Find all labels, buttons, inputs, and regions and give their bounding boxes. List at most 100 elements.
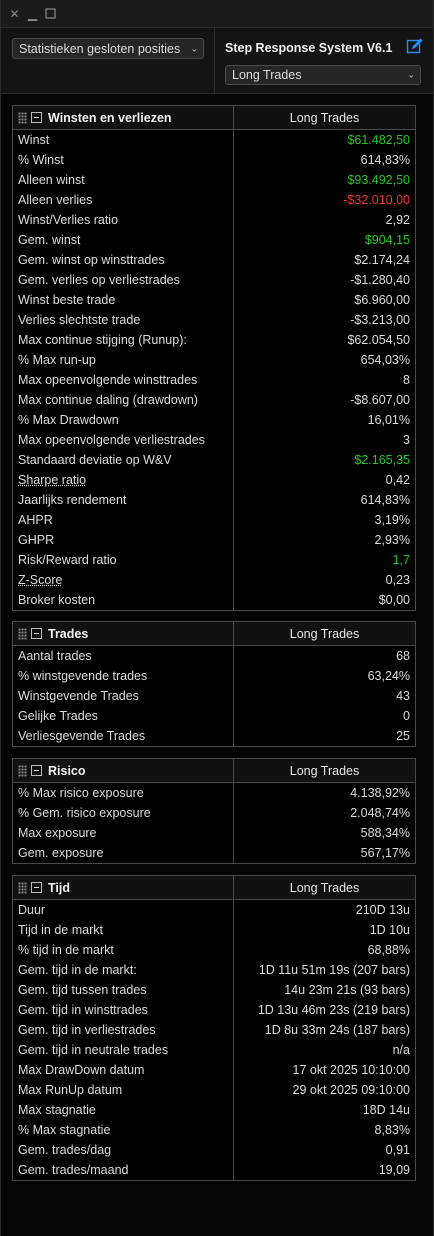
- column-header: Long Trades: [289, 880, 360, 895]
- stat-value: 1,7: [392, 553, 410, 567]
- minimize-icon[interactable]: ▁: [25, 6, 40, 21]
- stat-row: Winst beste trade $6.960,00: [13, 290, 415, 310]
- stat-label: Verlies slechtste trade: [13, 310, 234, 330]
- stat-row: Max continue daling (drawdown) -$8.607,00: [13, 390, 415, 410]
- stat-value: -$3.213,00: [350, 313, 410, 327]
- stat-label: Tijd in de markt: [13, 920, 234, 940]
- stat-row: Broker kosten $0,00: [13, 590, 415, 610]
- section-trades: Trades Long Trades Aantal trades 68 % winstg…: [12, 621, 416, 747]
- section-tijd: Tijd Long Trades Duur 210D 13u Tijd in de ma…: [12, 875, 416, 1181]
- stat-label: Max exposure: [13, 823, 234, 843]
- section-title: Trades: [48, 626, 89, 641]
- stat-label: Risk/Reward ratio: [13, 550, 234, 570]
- stat-row: % Max stagnatie 8,83%: [13, 1120, 415, 1140]
- drag-handle-icon[interactable]: [18, 764, 27, 777]
- maximize-icon[interactable]: [43, 6, 58, 21]
- trade-filter-dropdown[interactable]: Long Trades ⌄: [225, 65, 421, 85]
- stat-value: 567,17%: [360, 846, 410, 860]
- stat-label: % Max Drawdown: [13, 410, 234, 430]
- stat-label: Gem. tijd in winsttrades: [13, 1000, 234, 1020]
- stat-row: Max DrawDown datum 17 okt 2025 10:10:00: [13, 1060, 415, 1080]
- trade-filter-value: Long Trades: [232, 68, 302, 82]
- stat-value: 0,91: [385, 1143, 410, 1157]
- collapse-icon[interactable]: [31, 765, 42, 776]
- column-header: Long Trades: [289, 626, 360, 641]
- stat-value: $6.960,00: [354, 293, 410, 307]
- stat-label[interactable]: Z-Score: [13, 570, 234, 590]
- stat-value: 0,23: [385, 573, 410, 587]
- stat-row: Gem. tijd in de markt: 1D 11u 51m 19s (20…: [13, 960, 415, 980]
- stat-label: Max RunUp datum: [13, 1080, 234, 1100]
- drag-handle-icon[interactable]: [18, 627, 27, 640]
- stat-label: % winstgevende trades: [13, 666, 234, 686]
- stat-row: Alleen verlies -$32.010,00: [13, 190, 415, 210]
- stat-label: Winst beste trade: [13, 290, 234, 310]
- stat-row: AHPR 3,19%: [13, 510, 415, 530]
- stat-label: Max opeenvolgende verliestrades: [13, 430, 234, 450]
- stat-row: % Max risico exposure 4.138,92%: [13, 783, 415, 803]
- stat-value: $904,15: [364, 233, 410, 247]
- stat-value: $0,00: [378, 593, 410, 607]
- chevron-down-icon: ⌄: [190, 43, 198, 53]
- stat-row: Standaard deviatie op W&V $2.165,35: [13, 450, 415, 470]
- stat-value: $62.054,50: [347, 333, 410, 347]
- collapse-icon[interactable]: [31, 882, 42, 893]
- stat-value: 8,83%: [374, 1123, 410, 1137]
- stat-row: Max opeenvolgende verliestrades 3: [13, 430, 415, 450]
- stat-row: Gem. winst op winsttrades $2.174,24: [13, 250, 415, 270]
- stat-label: Verliesgevende Trades: [13, 726, 234, 746]
- stat-row: Gem. trades/dag 0,91: [13, 1140, 415, 1160]
- stat-row: Max RunUp datum 29 okt 2025 09:10:00: [13, 1080, 415, 1100]
- stat-value: $2.165,35: [354, 453, 410, 467]
- stat-value: -$1.280,40: [350, 273, 410, 287]
- stat-value: 0,42: [385, 473, 410, 487]
- stat-value: 1D 8u 33m 24s (187 bars): [264, 1023, 410, 1037]
- stat-label: GHPR: [13, 530, 234, 550]
- stat-value: -$8.607,00: [350, 393, 410, 407]
- stat-label: Gem. tijd in verliestrades: [13, 1020, 234, 1040]
- stat-row: Max continue stijging (Runup): $62.054,50: [13, 330, 415, 350]
- section-header: Risico Long Trades: [13, 759, 415, 783]
- title-bar: ✕ ▁: [1, 0, 433, 28]
- stat-row: Verlies slechtste trade -$3.213,00: [13, 310, 415, 330]
- stat-row: Gem. verlies op verliestrades -$1.280,40: [13, 270, 415, 290]
- stat-label: Max opeenvolgende winsttrades: [13, 370, 234, 390]
- collapse-icon[interactable]: [31, 628, 42, 639]
- stat-value: 2,92: [385, 213, 410, 227]
- stat-value: $93.492,50: [347, 173, 410, 187]
- stat-label: Gem. verlies op verliestrades: [13, 270, 234, 290]
- stat-row: % winstgevende trades 63,24%: [13, 666, 415, 686]
- stat-value: 614,83%: [360, 153, 410, 167]
- column-header: Long Trades: [289, 763, 360, 778]
- collapse-icon[interactable]: [31, 112, 42, 123]
- stat-value: 1D 11u 51m 19s (207 bars): [258, 963, 410, 977]
- stat-value: n/a: [392, 1043, 410, 1057]
- stat-row: Gem. trades/maand 19,09: [13, 1160, 415, 1180]
- section-header: Trades Long Trades: [13, 622, 415, 646]
- strategy-name: Step Response System V6.1: [225, 41, 393, 55]
- stat-value: 614,83%: [360, 493, 410, 507]
- section-title: Winsten en verliezen: [48, 110, 172, 125]
- stat-label: Gem. winst: [13, 230, 234, 250]
- stat-value: 210D 13u: [355, 903, 410, 917]
- stat-value: 17 okt 2025 10:10:00: [292, 1063, 410, 1077]
- section-header-left: Risico: [13, 759, 234, 782]
- stat-value: 2,93%: [374, 533, 410, 547]
- stat-value: 68,88%: [367, 943, 410, 957]
- edit-icon[interactable]: [406, 37, 424, 55]
- close-icon[interactable]: ✕: [7, 6, 22, 21]
- stat-label[interactable]: Sharpe ratio: [13, 470, 234, 490]
- stat-row: Gem. tijd tussen trades 14u 23m 21s (93 b…: [13, 980, 415, 1000]
- toolbar: Statistieken gesloten posities ⌄ Step Re…: [1, 28, 433, 94]
- stat-row: % Gem. risico exposure 2.048,74%: [13, 803, 415, 823]
- stat-row: Duur 210D 13u: [13, 900, 415, 920]
- stat-value: 2.048,74%: [350, 806, 410, 820]
- section-header: Tijd Long Trades: [13, 876, 415, 900]
- section-title: Risico: [48, 763, 86, 778]
- view-select-dropdown[interactable]: Statistieken gesloten posities ⌄: [12, 38, 204, 59]
- stat-label: Max continue daling (drawdown): [13, 390, 234, 410]
- stat-value: 4.138,92%: [350, 786, 410, 800]
- stat-label: Max continue stijging (Runup):: [13, 330, 234, 350]
- drag-handle-icon[interactable]: [18, 111, 27, 124]
- drag-handle-icon[interactable]: [18, 881, 27, 894]
